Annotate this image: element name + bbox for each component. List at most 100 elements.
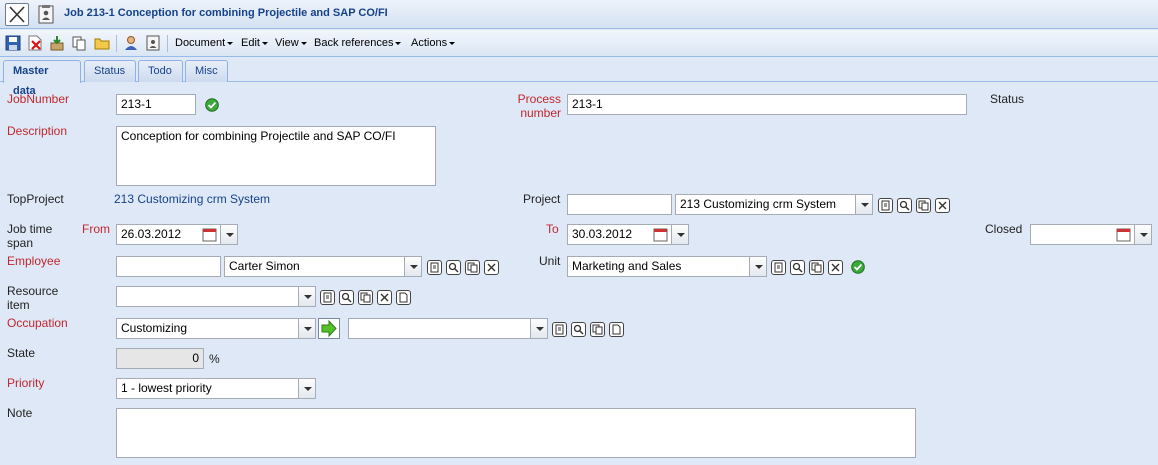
job-number-input[interactable]: 213-1 xyxy=(116,94,196,115)
resource-item-label-line2: item xyxy=(7,298,30,312)
calendar-icon[interactable] xyxy=(653,226,669,243)
new-document-icon[interactable] xyxy=(396,290,411,305)
tab-bar: Master data Status Todo Misc xyxy=(0,58,1158,97)
chevron-down-icon xyxy=(261,41,268,45)
chevron-down-icon[interactable] xyxy=(749,257,766,276)
employee-select[interactable]: Carter Simon xyxy=(224,256,422,277)
clear-icon[interactable] xyxy=(377,290,392,305)
new-document-icon[interactable] xyxy=(609,322,624,337)
process-number-label-line1: Process xyxy=(517,92,561,106)
from-label: From xyxy=(82,222,110,236)
occupation-label: Occupation xyxy=(7,316,68,330)
project-code-input[interactable] xyxy=(567,194,672,215)
user-icon[interactable] xyxy=(123,35,140,51)
priority-label: Priority xyxy=(7,376,45,390)
chevron-down-icon[interactable] xyxy=(298,287,315,306)
chevron-down-icon[interactable] xyxy=(298,379,315,398)
tab-status[interactable]: Status xyxy=(84,60,136,82)
toolbar: Document Edit View Back references Actio… xyxy=(0,30,1158,57)
process-number-input[interactable]: 213-1 xyxy=(567,94,967,115)
copy-icon[interactable] xyxy=(809,260,824,275)
clear-icon[interactable] xyxy=(484,260,499,275)
state-input[interactable]: 0 xyxy=(116,348,204,369)
toolbar-separator xyxy=(167,35,168,52)
clear-icon[interactable] xyxy=(935,198,950,213)
menu-actions[interactable]: Actions xyxy=(411,37,456,49)
process-number-label-line2: number xyxy=(520,106,561,120)
status-label: Status xyxy=(990,92,1025,106)
unit-select[interactable]: Marketing and Sales xyxy=(567,256,767,277)
chevron-down-icon[interactable] xyxy=(1134,225,1151,244)
menu-view[interactable]: View xyxy=(275,37,307,49)
search-icon[interactable] xyxy=(571,322,586,337)
menu-back-references[interactable]: Back references xyxy=(314,37,402,49)
from-date-input[interactable]: 26.03.2012 xyxy=(116,224,238,245)
resource-item-label-line1: Resource xyxy=(7,284,59,298)
search-icon[interactable] xyxy=(339,290,354,305)
occupation-detail-select[interactable] xyxy=(348,318,548,339)
chevron-down-icon xyxy=(227,41,234,45)
copy-icon[interactable] xyxy=(590,322,605,337)
chevron-down-icon xyxy=(449,41,456,45)
folder-icon[interactable] xyxy=(94,35,111,51)
chevron-down-icon[interactable] xyxy=(855,195,872,214)
project-label: Project xyxy=(523,192,561,206)
note-textarea[interactable] xyxy=(116,408,916,458)
tab-todo[interactable]: Todo xyxy=(138,60,183,82)
priority-select-value: 1 - lowest priority xyxy=(121,381,212,395)
open-document-icon[interactable] xyxy=(552,322,567,337)
open-document-icon[interactable] xyxy=(427,260,442,275)
occupation-select[interactable]: Customizing xyxy=(116,318,316,339)
tab-master-data[interactable]: Master data xyxy=(3,60,81,97)
copy-icon[interactable] xyxy=(71,35,88,51)
state-unit: % xyxy=(209,352,220,366)
calendar-icon[interactable] xyxy=(1116,226,1132,243)
copy-icon[interactable] xyxy=(465,260,480,275)
chevron-down-icon[interactable] xyxy=(298,319,315,338)
open-document-icon[interactable] xyxy=(771,260,786,275)
description-label: Description xyxy=(7,124,68,138)
to-label: To xyxy=(546,222,559,236)
description-textarea[interactable]: Conception for combining Projectile and … xyxy=(116,126,436,186)
topproject-link[interactable]: 213 Customizing crm System xyxy=(114,192,270,206)
to-date-input[interactable]: 30.03.2012 xyxy=(567,224,689,245)
search-icon[interactable] xyxy=(790,260,805,275)
calendar-icon[interactable] xyxy=(202,226,218,243)
search-icon[interactable] xyxy=(897,198,912,213)
chevron-down-icon[interactable] xyxy=(530,319,547,338)
chevron-down-icon[interactable] xyxy=(220,225,237,244)
unit-select-value: Marketing and Sales xyxy=(572,259,682,273)
state-label: State xyxy=(7,346,36,360)
employee-select-value: Carter Simon xyxy=(229,259,300,273)
open-document-icon[interactable] xyxy=(320,290,335,305)
project-select[interactable]: 213 Customizing crm System xyxy=(675,194,873,215)
open-document-icon[interactable] xyxy=(878,198,893,213)
search-icon[interactable] xyxy=(446,260,461,275)
resource-item-select[interactable] xyxy=(116,286,316,307)
copy-icon[interactable] xyxy=(358,290,373,305)
copy-icon[interactable] xyxy=(916,198,931,213)
save-icon[interactable] xyxy=(5,35,22,51)
job-document-icon xyxy=(38,5,54,24)
clear-icon[interactable] xyxy=(828,260,843,275)
employee-label: Employee xyxy=(7,254,61,268)
window-title: Job 213-1 Conception for combining Proje… xyxy=(64,7,388,19)
chevron-down-icon[interactable] xyxy=(671,225,688,244)
chevron-down-icon[interactable] xyxy=(404,257,421,276)
job-icon[interactable] xyxy=(145,35,162,51)
project-select-value: 213 Customizing crm System xyxy=(680,197,837,211)
delete-document-icon[interactable] xyxy=(27,35,44,51)
close-icon[interactable] xyxy=(5,3,29,26)
menu-document[interactable]: Document xyxy=(175,37,234,49)
tab-misc[interactable]: Misc xyxy=(185,60,228,82)
chevron-down-icon xyxy=(395,41,402,45)
arrow-right-icon[interactable] xyxy=(318,318,340,339)
export-icon[interactable] xyxy=(49,35,66,51)
to-date-value: 30.03.2012 xyxy=(572,227,633,241)
unit-label: Unit xyxy=(539,254,561,268)
employee-code-input[interactable] xyxy=(116,256,221,277)
priority-select[interactable]: 1 - lowest priority xyxy=(116,378,316,399)
closed-date-input[interactable] xyxy=(1030,224,1152,245)
closed-label: Closed xyxy=(985,222,1023,236)
menu-edit[interactable]: Edit xyxy=(241,37,268,49)
